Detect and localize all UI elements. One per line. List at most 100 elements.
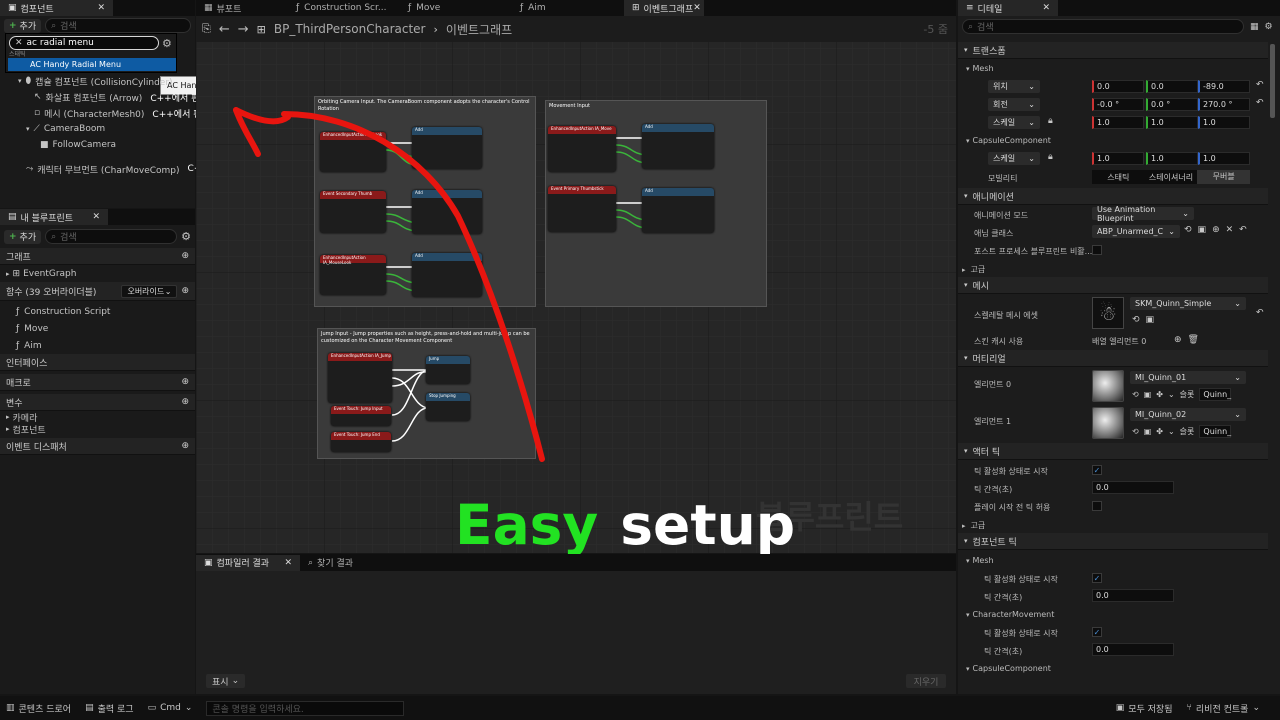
sub-advanced-2[interactable]: ▸ 고급	[962, 520, 985, 531]
loc-x[interactable]: 0.0	[1092, 80, 1144, 93]
clear-button[interactable]: 지우기	[906, 674, 946, 688]
folder-icon[interactable]: ▣	[1144, 390, 1152, 399]
settings-icon[interactable]: ⚙	[162, 37, 172, 50]
sub-advanced[interactable]: ▸ 고급	[962, 264, 985, 275]
anim-mode-dropdown[interactable]: Use Animation Blueprint ⌄	[1092, 205, 1194, 223]
cap-scale-z[interactable]: 1.0	[1198, 152, 1250, 165]
tab-construction-script[interactable]: ƒ Construction Scr...	[288, 0, 400, 16]
section-macros[interactable]: 매크로 ⊕	[0, 374, 195, 391]
close-icon[interactable]: ✕	[693, 3, 701, 13]
revision-control-button[interactable]: ⑂ 리비전 컨트롤 ⌄	[1187, 702, 1261, 715]
section-interfaces[interactable]: 인터페이스	[0, 354, 195, 371]
material0-slot[interactable]: Quinn_	[1199, 388, 1232, 401]
sec-mesh[interactable]: ▾ 메시	[958, 277, 1268, 294]
save-all-status[interactable]: ▣ 모두 저장됨	[1116, 702, 1173, 715]
tick-start-checkbox[interactable]: ✓	[1092, 465, 1102, 475]
settings-icon[interactable]: ⚙	[1265, 22, 1273, 32]
add-circle-icon[interactable]: ⊕	[1212, 225, 1220, 235]
reset-icon[interactable]: ↶	[1256, 308, 1264, 318]
mesh-tick-interval-field[interactable]: 0.0	[1092, 589, 1174, 602]
cap-scale-y[interactable]: 1.0	[1146, 152, 1198, 165]
tree-item-arrow[interactable]: ↖ 화살표 컴포넌트 (Arrow) C++에서 편집	[0, 89, 208, 105]
folder-icon[interactable]: ▣	[1146, 315, 1155, 325]
tree-item-charmove[interactable]: ⤳캐릭터 무브먼트 (CharMoveComp)C++C	[0, 161, 215, 177]
add-member-button[interactable]: + 추가	[4, 229, 42, 244]
lock-icon[interactable]: 🔒︎	[1048, 152, 1053, 162]
scale-x[interactable]: 1.0	[1092, 116, 1144, 129]
mobility-toggle[interactable]: 스태틱 스테이셔너리 무버블	[1092, 170, 1251, 184]
sec-component-tick[interactable]: ▾ 컴포넌트 틱	[958, 533, 1268, 550]
sec-materials[interactable]: ▾ 머티리얼	[958, 350, 1268, 367]
add-circle-icon[interactable]: ⊕	[1174, 335, 1182, 345]
close-icon[interactable]: ✕	[284, 558, 292, 568]
blueprint-search[interactable]: ⌕ 검색	[45, 229, 178, 244]
cm-tick-interval-field[interactable]: 0.0	[1092, 643, 1174, 656]
close-icon[interactable]: ✕	[92, 212, 100, 222]
skeletal-mesh-thumbnail[interactable]: ☃	[1092, 297, 1124, 329]
tree-item-capsule[interactable]: ▾ ⬮ 캡슐 컴포넌트 (CollisionCylinder)	[0, 73, 195, 89]
browse-icon[interactable]: ⟲	[1132, 390, 1139, 399]
material1-slot[interactable]: Quinn_	[1199, 425, 1232, 438]
add-circle-icon[interactable]: ⊕	[181, 251, 189, 261]
post-process-checkbox[interactable]	[1092, 245, 1102, 255]
tab-components[interactable]: ▣ 컴포넌트 ✕	[0, 0, 113, 16]
tick-interval-field[interactable]: 0.0	[1092, 481, 1174, 494]
grid-view-icon[interactable]: ▦	[1250, 22, 1259, 32]
material1-thumbnail[interactable]	[1092, 407, 1124, 439]
rotation-dropdown[interactable]: 회전 ⌄	[988, 98, 1040, 111]
sec-actor-tick[interactable]: ▾ 액터 틱	[958, 443, 1268, 460]
rot-z[interactable]: 270.0 °	[1198, 98, 1250, 111]
close-icon[interactable]: ✕	[97, 3, 105, 13]
cap-scale-x[interactable]: 1.0	[1092, 152, 1144, 165]
section-variables[interactable]: 변수 ⊕	[0, 394, 195, 411]
graph-canvas[interactable]: ⎘ ← → ⊞ BP_ThirdPersonCharacter › 이벤트그래프…	[196, 16, 956, 553]
chevron-down-icon[interactable]: ⌄	[1168, 427, 1175, 436]
section-graphs[interactable]: 그래프 ⊕	[0, 248, 195, 265]
scale-dropdown[interactable]: 스케일 ⌄	[988, 116, 1040, 129]
loc-y[interactable]: 0.0	[1146, 80, 1198, 93]
sec-animation[interactable]: ▾ 애니메이션	[958, 188, 1268, 205]
details-scrollbar[interactable]	[1270, 44, 1275, 118]
tree-item-mesh[interactable]: ▫ 메시 (CharacterMesh0) C++에서 편집	[0, 105, 210, 121]
tab-viewport[interactable]: ▦ 뷰포트	[196, 0, 288, 16]
rot-y[interactable]: 0.0 °	[1146, 98, 1198, 111]
sec-transform[interactable]: ▾ 트랜스폼	[958, 42, 1268, 59]
override-dropdown[interactable]: 오버라이드 ⌄	[121, 284, 178, 298]
section-dispatchers[interactable]: 이벤트 디스패처 ⊕	[0, 438, 195, 455]
add-circle-icon[interactable]: ⊕	[181, 286, 189, 296]
add-component-button[interactable]: + 추가	[4, 18, 42, 33]
popup-item[interactable]: AC Handy Radial Menu	[8, 58, 176, 71]
close-icon[interactable]: ✕	[1042, 3, 1050, 13]
tab-find-results[interactable]: ⌕ 찾기 결과	[300, 555, 361, 571]
content-drawer-button[interactable]: ▥ 콘텐츠 드로어	[6, 702, 71, 715]
cmd-dropdown[interactable]: ▭ Cmd ⌄	[148, 703, 193, 713]
item-move[interactable]: ƒ Move	[0, 320, 195, 337]
tree-item-cameraboom[interactable]: ▾ ⟋ CameraBoom	[0, 121, 195, 137]
texture-icon[interactable]: ✤	[1156, 390, 1163, 399]
item-aim[interactable]: ƒ Aim	[0, 337, 195, 354]
var-category-components[interactable]: ▸ 컴포넌트	[0, 423, 195, 436]
reset-icon[interactable]: ↶	[1256, 80, 1264, 90]
item-construction-script[interactable]: ƒ Construction Script	[0, 303, 195, 320]
capsule-scale-dropdown[interactable]: 스케일 ⌄	[988, 152, 1040, 165]
material0-thumbnail[interactable]	[1092, 370, 1124, 402]
skeletal-mesh-dropdown[interactable]: SKM_Quinn_Simple ⌄	[1130, 297, 1246, 310]
details-search[interactable]: ⌕ 검색	[962, 19, 1244, 34]
section-functions[interactable]: 함수 (39 오버라이더블) 오버라이드 ⌄ ⊕	[0, 282, 195, 301]
anim-class-dropdown[interactable]: ABP_Unarmed_C ⌄	[1092, 225, 1180, 238]
output-log-button[interactable]: ▤ 출력 로그	[85, 702, 134, 715]
popup-search-field[interactable]: ✕ ac radial menu	[9, 36, 159, 50]
add-circle-icon[interactable]: ⊕	[181, 397, 189, 407]
browse-icon[interactable]: ⟲	[1132, 315, 1140, 325]
trash-icon[interactable]: 🗑︎	[1188, 335, 1199, 345]
clear-icon[interactable]: ✕	[15, 38, 23, 48]
folder-icon[interactable]: ▣	[1198, 225, 1207, 235]
rot-x[interactable]: -0.0 °	[1092, 98, 1144, 111]
texture-icon[interactable]: ✤	[1156, 427, 1163, 436]
tab-details[interactable]: ≡ 디테일 ✕	[958, 0, 1058, 16]
loc-z[interactable]: -89.0	[1198, 80, 1250, 93]
folder-icon[interactable]: ▣	[1144, 427, 1152, 436]
add-circle-icon[interactable]: ⊕	[181, 441, 189, 451]
chevron-down-icon[interactable]: ⌄	[1168, 390, 1175, 399]
console-input[interactable]: 콘솔 명령을 입력하세요.	[206, 700, 405, 716]
